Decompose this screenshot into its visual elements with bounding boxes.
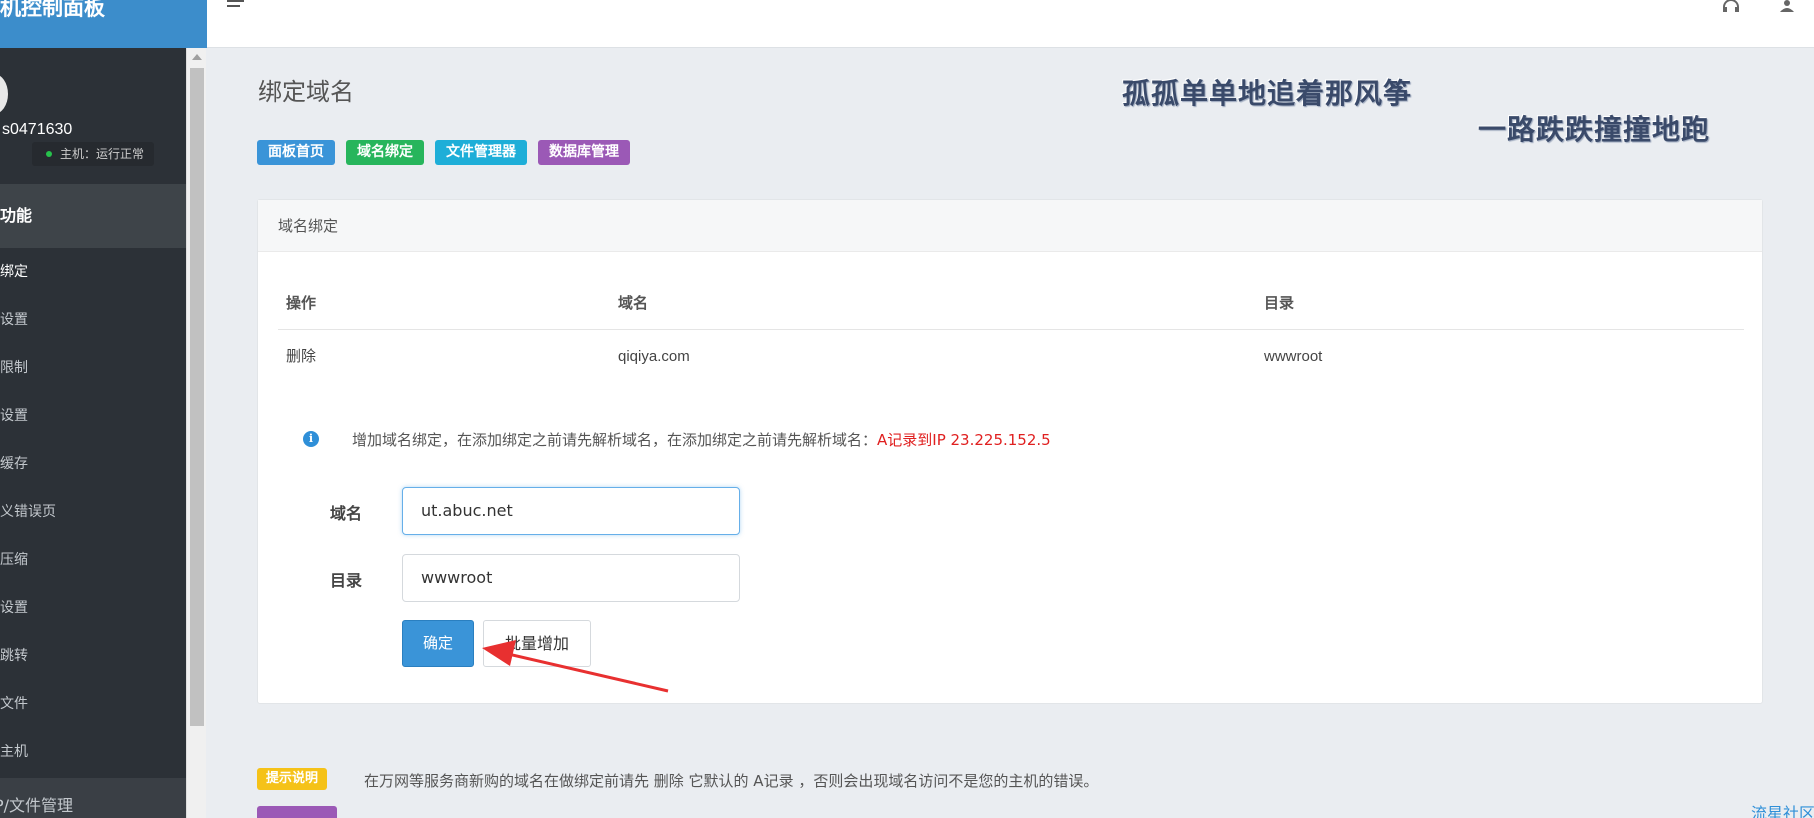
column-header-domain: 域名 [618,294,649,312]
sidebar-item-settings[interactable]: 设置 [0,296,186,344]
quick-link-database-manager[interactable]: 数据库管理 [538,140,630,165]
notice-ip-highlight: A记录到IP 23.225.152.5 [877,431,1051,449]
table-header: 操作 域名 目录 [278,276,1744,330]
sidebar-item-settings-2[interactable]: 设置 [0,392,186,440]
sidebar-scrollbar[interactable] [186,48,206,818]
slogan-line-2: 一路跌跌撞撞地跑 [1478,113,1711,146]
domain-label: 域名 [330,504,363,523]
sidebar-item-host[interactable]: 主机 [0,728,186,776]
sidebar-item-label: 设置 [0,408,28,424]
sidebar-item-settings-3[interactable]: 设置 [0,584,186,632]
sidebar-nav: 绑定 设置 限制 设置 缓存 义错误页 压缩 设置 跳转 文件 主机 [0,248,186,776]
sidebar-section-basic[interactable]: 本功能 [0,184,186,248]
quick-link-domain-bind[interactable]: 域名绑定 [346,140,424,165]
username: s0471630 [2,121,73,138]
slogan-line-1: 孤孤单单地追着那风筝 [1122,77,1413,110]
notice-text: 增加域名绑定，在添加绑定之前请先解析域名，在添加绑定之前请先解析域名： [352,431,878,449]
sidebar-item-label: 绑定 [0,264,28,280]
sidebar: s0471630 主机：运行正常 本功能 绑定 设置 限制 设置 缓存 义错误页… [0,0,186,818]
sidebar-item-cache[interactable]: 缓存 [0,440,186,488]
brand-header: 机控制面板 [0,0,207,48]
sidebar-section-file-management[interactable]: P/文件管理 [0,778,186,818]
sidebar-item-compression[interactable]: 压缩 [0,536,186,584]
host-status-badge: 主机：运行正常 [32,142,155,166]
page-title: 绑定域名 [258,78,354,106]
headset-icon[interactable] [1722,0,1740,12]
sidebar-item-limits[interactable]: 限制 [0,344,186,392]
tip-text: 在万网等服务商新购的域名在做绑定前请先 删除 它默认的 A记录 ，否则会出现域名… [364,772,1099,790]
directory-input[interactable]: wwwroot [402,554,740,602]
community-link[interactable]: 流星社区 [1751,800,1814,818]
domain-bind-panel: 域名绑定 操作 域名 目录 删除 qiqiya.com wwwroot i 增加… [257,199,1763,704]
red-arrow-annotation [482,640,669,693]
sidebar-item-label: 跳转 [0,648,28,664]
info-icon: i [303,431,319,447]
sidebar-item-label: 压缩 [0,552,28,568]
host-status-text: 主机：运行正常 [60,147,145,161]
sidebar-item-error-page[interactable]: 义错误页 [0,488,186,536]
sidebar-section-label: P/文件管理 [0,796,74,815]
topbar [207,0,1814,48]
sidebar-item-label: 文件 [0,696,28,712]
sidebar-item-label: 缓存 [0,456,28,472]
domain-input[interactable]: ut.abuc.net [402,487,740,535]
quick-links: 面板首页 域名绑定 文件管理器 数据库管理 [257,140,630,165]
brand-title: 机控制面板 [0,0,105,20]
domain-table: 操作 域名 目录 删除 qiqiya.com wwwroot [278,276,1744,384]
delete-link[interactable]: 删除 [286,330,316,384]
sidebar-item-label: 设置 [0,312,28,328]
confirm-button[interactable]: 确定 [402,620,474,667]
tip-tag: 提示说明 [257,768,328,790]
domain-link[interactable]: qiqiya.com [618,330,690,384]
tips-row: 提示说明 在万网等服务商新购的域名在做绑定前请先 删除 它默认的 A记录 ，否则… [257,768,1098,790]
sidebar-item-label: 设置 [0,600,28,616]
quick-link-file-manager[interactable]: 文件管理器 [435,140,527,165]
status-dot-icon [46,151,52,157]
column-header-directory: 目录 [1264,294,1295,312]
directory-label: 目录 [330,571,363,590]
sidebar-section-label: 本功能 [0,206,33,225]
menu-toggle-icon[interactable] [227,0,244,12]
tip-tag-2 [257,806,337,818]
scroll-thumb[interactable] [190,68,204,726]
sidebar-item-label: 主机 [0,744,28,760]
scroll-up-arrow-icon[interactable] [192,54,202,60]
panel-title: 域名绑定 [258,200,1762,252]
sidebar-item-label: 限制 [0,360,28,376]
column-header-action: 操作 [286,294,317,312]
tips-row-2 [257,806,337,818]
notice-text-wrap: 增加域名绑定，在添加绑定之前请先解析域名，在添加绑定之前请先解析域名：A记录到I… [352,429,1051,450]
sidebar-item-label: 义错误页 [0,504,56,520]
user-icon[interactable] [1779,0,1795,12]
directory-value: wwwroot [1264,348,1323,365]
sidebar-item-domain-bind[interactable]: 绑定 [0,248,186,296]
table-row: 删除 qiqiya.com wwwroot [278,330,1744,384]
sidebar-item-redirect[interactable]: 跳转 [0,632,186,680]
sidebar-item-files[interactable]: 文件 [0,680,186,728]
quick-link-panel-home[interactable]: 面板首页 [257,140,335,165]
